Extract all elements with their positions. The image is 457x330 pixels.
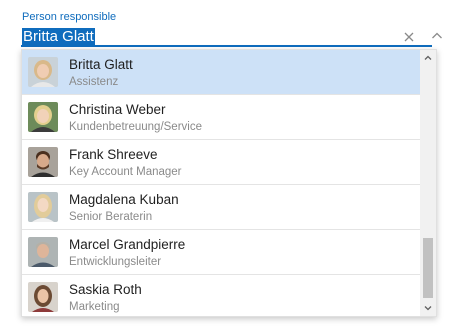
option-name: Magdalena Kuban (69, 192, 179, 207)
avatar (28, 147, 58, 177)
option-role: Marketing (69, 301, 120, 313)
combobox-input-value[interactable]: Britta Glatt (22, 28, 95, 45)
avatar (28, 102, 58, 132)
list-item-magdalena-kuban[interactable]: Magdalena Kuban Senior Beraterin (22, 185, 420, 230)
avatar (28, 57, 58, 87)
scrollbar[interactable] (420, 50, 436, 316)
option-role: Senior Beraterin (69, 211, 153, 223)
scrollbar-thumb[interactable] (423, 238, 433, 298)
option-role: Assistenz (69, 76, 119, 88)
option-name: Saskia Roth (69, 282, 142, 297)
list-item-frank-shreeve[interactable]: Frank Shreeve Key Account Manager (22, 140, 420, 185)
dropdown-list: Britta Glatt Assistenz Christina Weber K… (21, 49, 437, 317)
chevron-up-icon[interactable] (429, 28, 445, 44)
chevron-up-icon[interactable] (420, 50, 436, 66)
option-name: Britta Glatt (69, 57, 133, 72)
option-name: Christina Weber (69, 102, 166, 117)
list-item-saskia-roth[interactable]: Saskia Roth Marketing (22, 275, 420, 316)
list-item-britta-glatt[interactable]: Britta Glatt Assistenz (22, 50, 420, 95)
person-combobox[interactable]: Britta Glatt (21, 25, 442, 47)
field-label: Person responsible (22, 11, 117, 23)
avatar (28, 237, 58, 267)
chevron-down-icon[interactable] (420, 300, 436, 316)
avatar (28, 282, 58, 312)
list-item-marcel-grandpierre[interactable]: Marcel Grandpierre Entwicklungsleiter (22, 230, 420, 275)
option-role: Kundenbetreuung/Service (69, 121, 202, 133)
option-role: Key Account Manager (69, 166, 182, 178)
option-name: Marcel Grandpierre (69, 237, 186, 252)
option-name: Frank Shreeve (69, 147, 158, 162)
list-item-christina-weber[interactable]: Christina Weber Kundenbetreuung/Service (22, 95, 420, 140)
avatar (28, 192, 58, 222)
option-role: Entwicklungsleiter (69, 256, 162, 268)
close-icon[interactable] (401, 29, 417, 45)
